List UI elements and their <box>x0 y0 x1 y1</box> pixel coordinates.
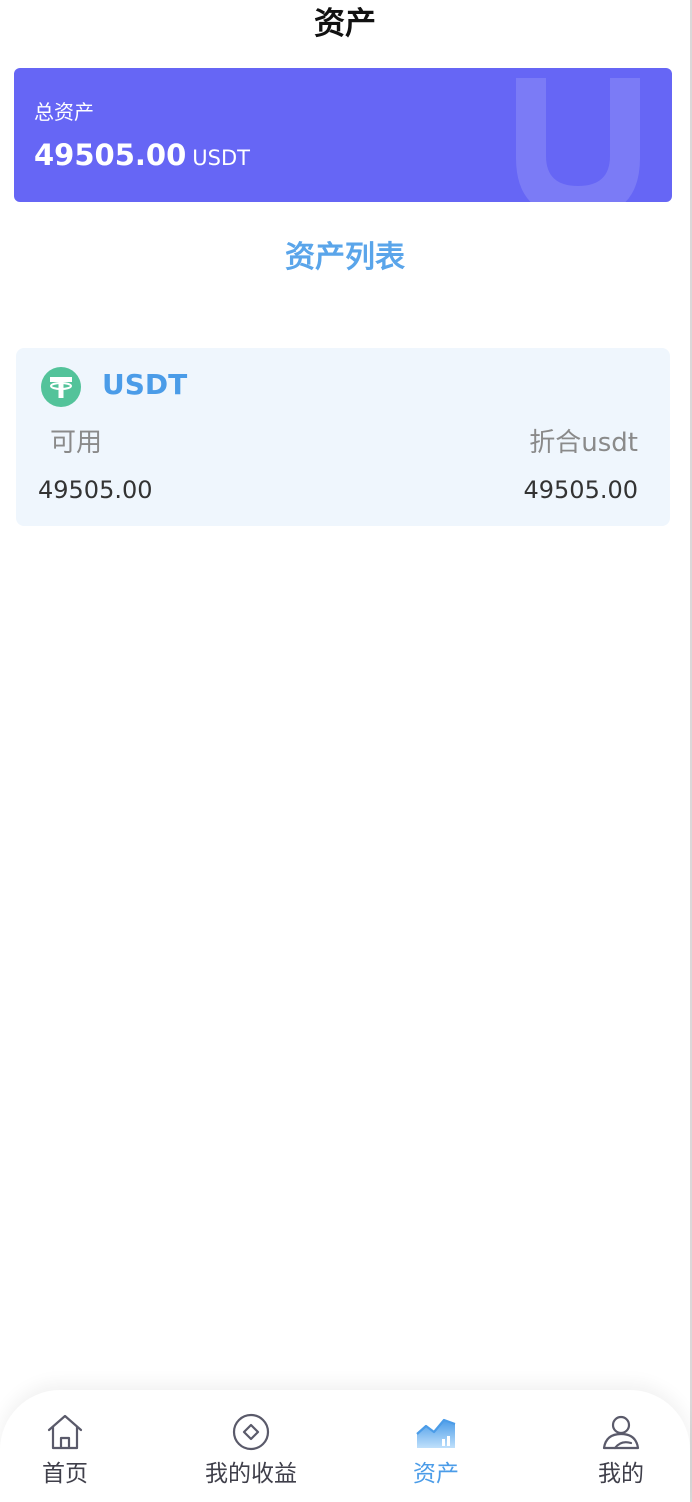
total-assets-amount: 49505.00 <box>34 138 187 172</box>
asset-list-title: 资产列表 <box>285 240 405 275</box>
assets-chart-icon <box>416 1418 456 1448</box>
nav-label-assets: 资产 <box>413 1461 459 1487</box>
nav-label-earnings: 我的收益 <box>205 1461 297 1487</box>
asset-card-usdt[interactable]: USDT 可用 折合usdt 49505.00 49505.00 <box>16 348 670 526</box>
usdt-watermark-icon <box>516 78 640 202</box>
available-label: 可用 <box>50 428 103 458</box>
total-assets-value-row: 49505.00 USDT <box>34 138 250 172</box>
asset-name: USDT <box>102 368 188 401</box>
converted-value: 49505.00 <box>523 476 638 504</box>
total-assets-unit: USDT <box>192 146 250 170</box>
nav-item-home[interactable]: 首页 <box>0 1412 140 1492</box>
bottom-nav: 首页 我的收益 资产 我的 <box>0 1390 690 1502</box>
total-assets-label: 总资产 <box>34 100 94 124</box>
earnings-icon <box>232 1413 270 1451</box>
nav-item-mine[interactable]: 我的 <box>546 1412 692 1492</box>
converted-label: 折合usdt <box>529 428 638 458</box>
tether-icon <box>41 367 81 407</box>
nav-label-home: 首页 <box>42 1461 88 1487</box>
home-icon <box>47 1414 83 1450</box>
nav-item-assets[interactable]: 资产 <box>361 1412 511 1492</box>
user-icon <box>602 1415 640 1450</box>
assets-page: 资产 总资产 49505.00 USDT 资产列表 USDT 可用 折合usdt … <box>0 0 692 1502</box>
nav-label-mine: 我的 <box>598 1461 644 1487</box>
available-value: 49505.00 <box>38 476 153 504</box>
nav-item-earnings[interactable]: 我的收益 <box>176 1412 326 1492</box>
total-assets-card: 总资产 49505.00 USDT <box>14 68 672 202</box>
page-title: 资产 <box>314 6 376 42</box>
